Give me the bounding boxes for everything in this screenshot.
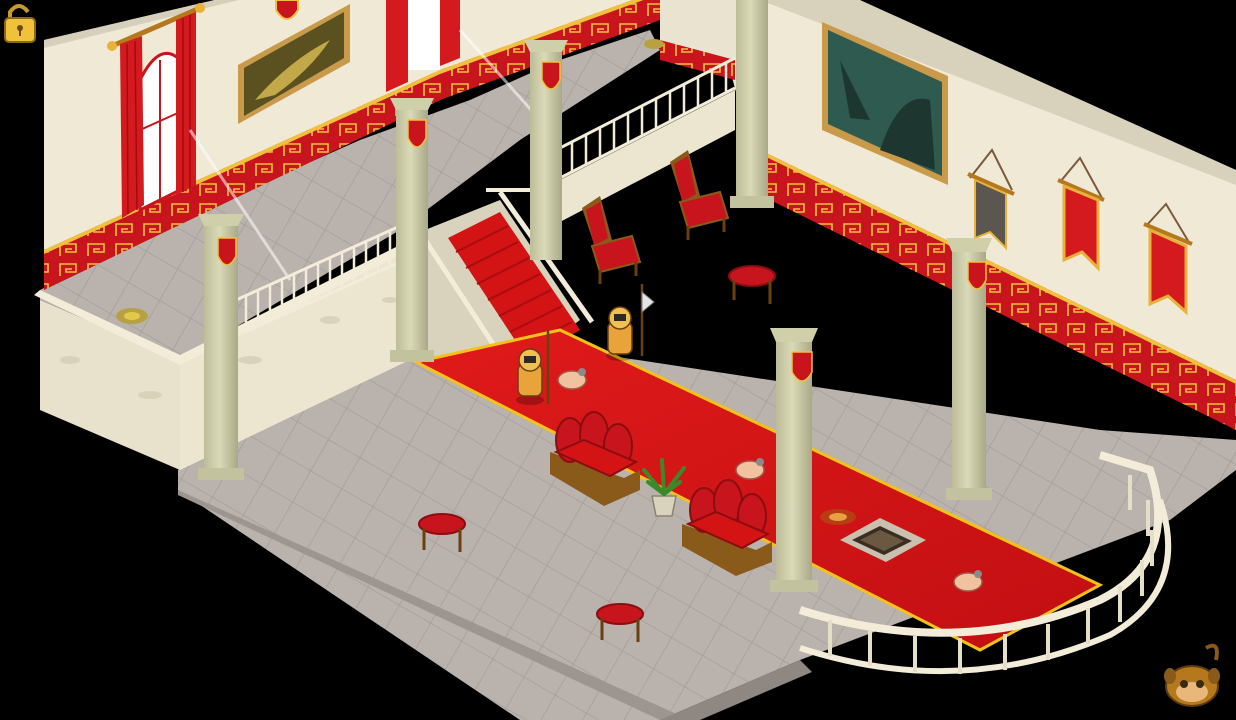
pillar-6 [946,238,992,500]
pillar-5 [770,328,818,592]
sun-emblem-3 [644,39,664,49]
sun-emblem-1 [116,308,148,324]
pillar-4 [730,0,774,208]
sun-emblem-2 [820,509,856,525]
pillar-1 [198,214,244,480]
pillar-3 [524,40,568,260]
arched-window [138,51,182,213]
pillar-2 [390,98,434,362]
game-scene [0,0,1236,720]
